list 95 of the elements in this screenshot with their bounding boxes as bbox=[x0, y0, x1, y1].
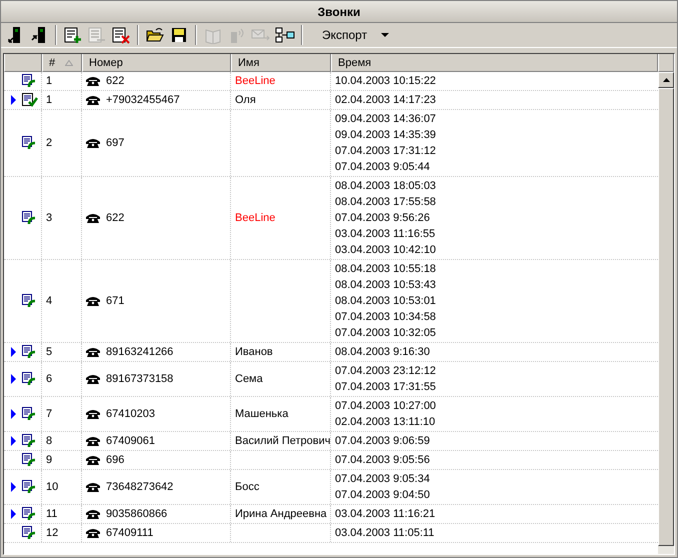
call-time: 07.04.2003 9:05:34 bbox=[335, 472, 431, 487]
telephone-icon bbox=[86, 482, 100, 492]
message-icon bbox=[251, 27, 271, 43]
telephone-icon bbox=[86, 76, 100, 86]
call-time: 08.04.2003 10:55:18 bbox=[335, 262, 437, 277]
row-number: 7 bbox=[46, 408, 52, 420]
call-time: 08.04.2003 10:53:01 bbox=[335, 294, 437, 309]
telephone-icon bbox=[86, 347, 100, 357]
contact-name: Оля bbox=[235, 94, 256, 106]
call-time: 07.04.2003 9:56:26 bbox=[335, 211, 431, 226]
telephone-icon bbox=[86, 138, 100, 148]
call-time: 02.04.2003 14:17:23 bbox=[335, 93, 437, 108]
call-time: 08.04.2003 9:16:30 bbox=[335, 345, 431, 360]
telephone-icon bbox=[86, 436, 100, 446]
call-time: 10.04.2003 10:15:22 bbox=[335, 74, 437, 89]
contact-name: Василий Петрович bbox=[235, 435, 331, 447]
contacts-icon bbox=[204, 26, 222, 44]
row-number: 11 bbox=[46, 508, 58, 520]
phone-number: 89163241266 bbox=[106, 346, 174, 358]
telephone-icon bbox=[86, 509, 100, 519]
call-time: 08.04.2003 17:55:58 bbox=[335, 195, 437, 210]
header-cell bbox=[4, 54, 42, 72]
column-header[interactable]: # bbox=[42, 54, 82, 72]
phone-number: 697 bbox=[106, 137, 124, 149]
call-time: 09.04.2003 14:35:39 bbox=[335, 128, 437, 143]
phone-number: 9035860866 bbox=[106, 508, 168, 520]
phone-number: 622 bbox=[106, 75, 124, 87]
row-number: 1 bbox=[46, 94, 52, 106]
phone-number: 671 bbox=[106, 295, 124, 307]
column-header[interactable]: Номер bbox=[82, 54, 231, 72]
network-icon bbox=[275, 27, 295, 43]
caret-icon bbox=[381, 33, 390, 37]
telephone-icon bbox=[86, 95, 100, 105]
telephone-icon bbox=[86, 296, 100, 306]
call-time: 07.04.2003 10:27:00 bbox=[335, 399, 437, 414]
row-number: 9 bbox=[46, 454, 52, 466]
column-header[interactable]: Время bbox=[331, 54, 658, 72]
row-number: 12 bbox=[46, 527, 58, 539]
mobile-phone-icon bbox=[31, 26, 47, 44]
row-number: 1 bbox=[46, 75, 52, 87]
telephone-icon bbox=[86, 409, 100, 419]
phone-number: 696 bbox=[106, 454, 124, 466]
call-time: 02.04.2003 13:11:10 bbox=[335, 415, 436, 430]
phone-number: 89167373158 bbox=[106, 373, 174, 385]
add-record-icon bbox=[64, 26, 82, 44]
telephone-icon bbox=[86, 213, 100, 223]
call-time: 08.04.2003 18:05:03 bbox=[335, 179, 437, 194]
delete-record-icon bbox=[112, 26, 130, 44]
phone-number: 622 bbox=[106, 212, 124, 224]
call-time: 07.04.2003 10:32:05 bbox=[335, 326, 437, 341]
call-time: 07.04.2003 10:34:58 bbox=[335, 310, 437, 325]
call-time: 07.04.2003 17:31:12 bbox=[335, 144, 437, 159]
call-time: 03.04.2003 11:16:55 bbox=[335, 227, 436, 242]
call-time: 07.04.2003 9:05:56 bbox=[335, 453, 431, 468]
call-time: 07.04.2003 17:31:55 bbox=[335, 380, 437, 395]
contact-name: BeeLine bbox=[235, 75, 276, 87]
call-time: 07.04.2003 9:06:59 bbox=[335, 434, 431, 449]
save-icon bbox=[171, 27, 187, 43]
folder-icon bbox=[146, 27, 164, 43]
record-icon bbox=[88, 26, 106, 44]
telephone-icon bbox=[86, 374, 100, 384]
row-number: 6 bbox=[46, 373, 52, 385]
contact-name: Сема bbox=[235, 373, 263, 385]
telephone-icon bbox=[86, 455, 100, 465]
mobile-phone-icon bbox=[8, 26, 22, 44]
phone-number: 67410203 bbox=[106, 408, 155, 420]
contact-name: Машенька bbox=[235, 408, 288, 420]
contact-name: Ирина Андреевна bbox=[235, 508, 327, 520]
call-time: 07.04.2003 9:05:44 bbox=[335, 160, 431, 175]
call-time: 07.04.2003 23:12:12 bbox=[335, 364, 437, 379]
window-title: Звонки bbox=[1, 1, 677, 23]
contact-name: BeeLine bbox=[235, 212, 276, 224]
row-number: 8 bbox=[46, 435, 52, 447]
row-number: 5 bbox=[46, 346, 52, 358]
call-time: 09.04.2003 14:36:07 bbox=[335, 112, 437, 127]
phone-number: 67409111 bbox=[106, 527, 154, 539]
phone-number: +79032455467 bbox=[106, 94, 180, 106]
call-time: 03.04.2003 11:16:21 bbox=[335, 507, 436, 522]
row-number: 10 bbox=[46, 481, 58, 493]
call-time: 03.04.2003 10:42:10 bbox=[335, 243, 437, 258]
phone-number: 73648273642 bbox=[106, 481, 174, 493]
export-dropdown[interactable]: Экспорт bbox=[308, 24, 398, 46]
row-number: 2 bbox=[46, 137, 52, 149]
scroll-up-icon[interactable] bbox=[662, 78, 670, 82]
row-number: 3 bbox=[46, 212, 52, 224]
row-number: 4 bbox=[46, 295, 52, 307]
signal-phone-icon bbox=[229, 26, 245, 44]
call-time: 08.04.2003 10:53:43 bbox=[335, 278, 437, 293]
contact-name: Иванов bbox=[235, 346, 273, 358]
contact-name: Босс bbox=[235, 481, 260, 493]
call-time: 03.04.2003 11:05:11 bbox=[335, 526, 436, 541]
phone-number: 67409061 bbox=[106, 435, 155, 447]
telephone-icon bbox=[86, 528, 100, 538]
column-header[interactable]: Имя bbox=[231, 54, 331, 72]
call-time: 07.04.2003 9:04:50 bbox=[335, 488, 431, 503]
